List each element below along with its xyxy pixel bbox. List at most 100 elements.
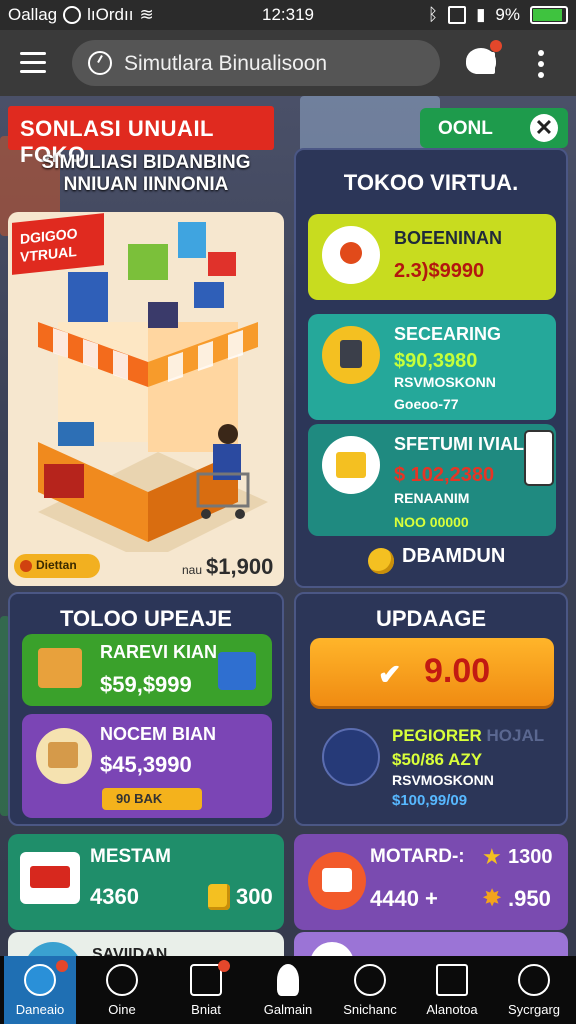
item-name: SFETUMI IVIAL	[394, 434, 524, 454]
item-name: RAREVI KIAN	[100, 642, 218, 662]
mestam-card[interactable]: MESTAM 4360 300	[8, 834, 284, 930]
shop-price: nau $1,900	[182, 554, 273, 580]
camera-icon	[448, 6, 467, 24]
item-sub2: Goeoo-77	[394, 396, 459, 412]
updaage-item-name: PEGIORER HOJAL	[392, 726, 544, 746]
motard-title: MOTARD-:	[370, 846, 465, 867]
shop-price-prefix: nau	[182, 563, 203, 577]
profile-icon	[277, 964, 299, 996]
parcel-icon	[36, 728, 92, 784]
toko-virtual-button[interactable]: DBAMDUN	[402, 545, 505, 568]
shop-stall-illustration	[38, 222, 268, 552]
coin-stack-icon	[208, 884, 230, 910]
item-sub: RSVMOSKONN	[394, 374, 496, 390]
item-safe-icon	[322, 326, 380, 384]
price-pill-label: Diettan	[36, 558, 77, 572]
nav-label: Galmain	[263, 1002, 313, 1017]
item-tag[interactable]: 90 BAK	[102, 788, 202, 810]
box-icon	[38, 648, 82, 688]
item-name: PEGIORER	[392, 726, 482, 745]
chat-icon[interactable]	[466, 40, 502, 74]
upgrade-item-1[interactable]: RAREVI KIAN $59,$999	[22, 634, 272, 706]
nav-label: Sycrgarg	[507, 1002, 561, 1017]
tag-icon	[20, 560, 32, 572]
nav-label: Daneaio	[15, 1002, 65, 1017]
battery-percent: 9%	[495, 5, 520, 24]
store-item-3[interactable]: SFETUMI IVIAL $ 102,2380 RENAANIM NOO 00…	[308, 424, 556, 536]
toko-virtual-panel: TOKOO VIRTUA. BOEENINAN 2.3)$9990 SECEAR…	[294, 148, 568, 588]
item-name: BOEENINAN	[394, 228, 503, 248]
item-price: $ 102,2380	[394, 464, 495, 486]
item-sub: RENAANIM	[394, 490, 470, 506]
inventory-icon	[190, 964, 222, 996]
toloo-upeaje-panel: TOLOO UPEAJE RAREVI KIAN $59,$999 NOCEM …	[8, 592, 284, 826]
item-price: $59,$999	[100, 672, 192, 697]
search-bar[interactable]: Simutlara Binualisoon	[72, 40, 495, 86]
motard-value: 4440 +	[370, 886, 438, 911]
shop-price-value: $1,900	[206, 554, 274, 579]
page-subtitle: SIMULIASI BIDANBING NNIUAN IINNONIA	[8, 152, 284, 196]
store-item-1[interactable]: BOEENINAN 2.3)$9990	[308, 214, 556, 300]
ok-label: OONL	[438, 118, 493, 139]
battery-icon	[530, 6, 568, 24]
motard-stars: 1300	[508, 846, 553, 868]
home-icon	[24, 964, 56, 996]
title-banner: SONLASI UNUAIL FOKO	[8, 106, 274, 167]
menu-icon[interactable]	[20, 52, 46, 74]
nav-tab-galmain[interactable]: Galmain	[252, 956, 324, 1024]
nav-label: Bniat	[191, 1002, 221, 1017]
clock-icon	[88, 51, 112, 75]
nav-tab-sycrgarg[interactable]: Sycrgarg	[498, 956, 570, 1024]
compass-icon	[354, 964, 386, 996]
notification-dot	[218, 960, 230, 972]
star-icon: ★	[482, 844, 502, 869]
item-price: 2.3)$9990	[394, 260, 485, 282]
item-box-icon	[322, 226, 380, 284]
item-crate-icon	[322, 436, 380, 494]
badge-icon	[308, 852, 366, 910]
status-bar: Oallag lıOrdıı ≋ 12:319 ᛒ ▮ 9%	[0, 0, 576, 30]
status-left-text: Oallag	[8, 5, 58, 24]
motard-card[interactable]: MOTARD-: ★ 1300 4440 + ✸ .950	[294, 834, 568, 930]
nav-tab-snichanc[interactable]: Snichanc	[334, 956, 406, 1024]
wifi-icon: ≋	[139, 5, 154, 24]
mestam-title: MESTAM	[90, 846, 171, 867]
item-name-faded: HOJAL	[486, 726, 545, 745]
update-value-button[interactable]: ✔ 9.00	[310, 638, 554, 706]
mestam-coins: 300	[236, 884, 273, 909]
search-text: Simutlara Binualisoon	[124, 52, 328, 75]
status-time: 12:319	[262, 5, 314, 24]
coin-icon	[368, 548, 394, 574]
delivery-icon	[218, 652, 256, 690]
item-price: $45,3990	[100, 752, 192, 777]
refresh-icon	[518, 964, 550, 996]
more-options-icon[interactable]	[538, 50, 544, 83]
update-value: 9.00	[424, 652, 491, 690]
item-price: $90,3980	[394, 350, 478, 372]
updaage-sub2: $100,99/09	[392, 792, 468, 809]
nav-tab-oine[interactable]: Oine	[86, 956, 158, 1024]
item-name: SECEARING	[394, 324, 502, 344]
carrier-text: lıOrdıı	[87, 5, 134, 24]
updaage-panel: UPDAAGE ✔ 9.00 PEGIORER HOJAL $50/86 AZY…	[294, 592, 568, 826]
subtitle-line-1: SIMULIASI BIDANBING	[41, 152, 251, 173]
item-sub2: NOO 00000	[394, 514, 469, 530]
nav-tab-home[interactable]: Daneaio	[4, 956, 76, 1024]
toloo-upeaje-title: TOLOO UPEAJE	[60, 606, 232, 631]
nav-tab-alanotoa[interactable]: Alanotoa	[416, 956, 488, 1024]
notification-dot	[56, 960, 68, 972]
nav-tab-bniat[interactable]: Bniat	[170, 956, 242, 1024]
item-tag-label: 90 BAK	[116, 791, 163, 806]
motard-score: .950	[508, 886, 551, 911]
store-item-2[interactable]: SECEARING $90,3980 RSVMOSKONN Goeoo-77	[308, 314, 556, 420]
toko-virtual-title: TOKOO VIRTUA.	[343, 170, 519, 195]
item-name: NOCEM BIAN	[100, 724, 216, 744]
nav-label: Alanotoa	[426, 1002, 478, 1017]
nav-label: Snichanc	[343, 1002, 397, 1017]
shop-illustration-card[interactable]: DGIGOO VTRUAL Diettan nau $1,900	[8, 212, 284, 586]
cart-icon	[20, 852, 80, 904]
upgrade-item-2[interactable]: NOCEM BIAN $45,3990 90 BAK	[22, 714, 272, 818]
price-pill[interactable]: Diettan	[14, 554, 100, 578]
close-icon[interactable]: ✕	[530, 114, 558, 142]
gem-icon: ✸	[482, 885, 503, 912]
